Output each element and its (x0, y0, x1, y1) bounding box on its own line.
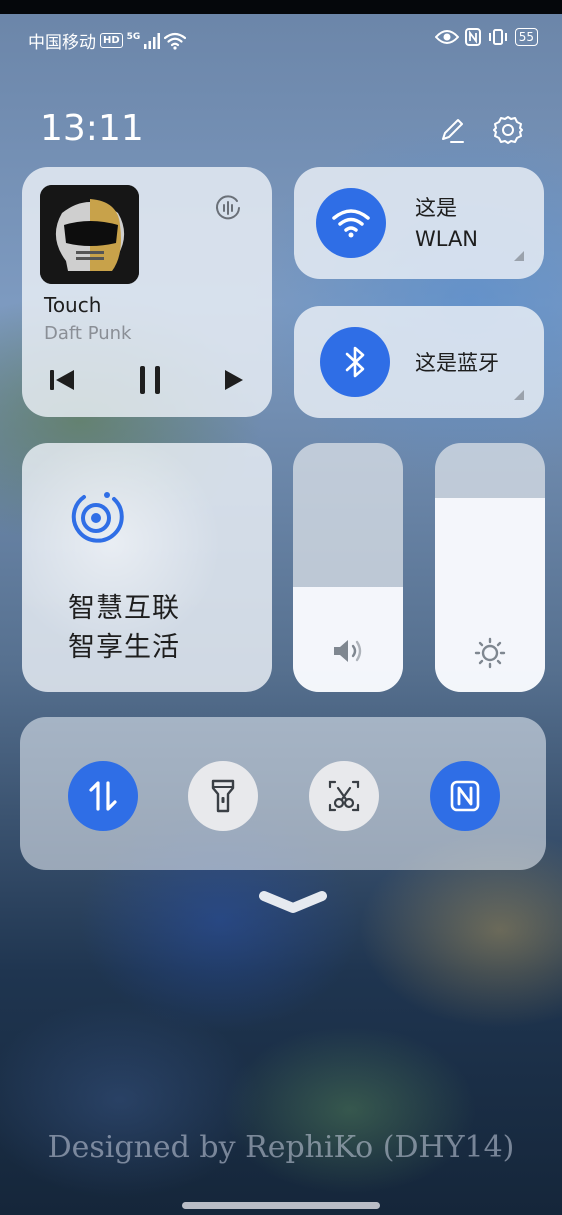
edit-icon[interactable] (434, 112, 470, 148)
volume-icon (293, 637, 403, 665)
bluetooth-icon (345, 346, 365, 378)
data-arrows-icon (89, 781, 117, 811)
clock-time: 13:11 (40, 108, 144, 149)
settings-icon[interactable] (490, 112, 526, 148)
media-player-card[interactable]: Touch Daft Punk (22, 167, 272, 417)
wlan-label-line2: WLAN (415, 227, 479, 251)
bluetooth-tile[interactable]: 这是蓝牙 (294, 306, 544, 418)
flashlight-toggle[interactable] (188, 761, 258, 831)
smart-connect-icon (66, 487, 126, 547)
wlan-tile[interactable]: 这是 WLAN (294, 167, 544, 279)
audio-output-icon[interactable] (212, 192, 244, 224)
vibrate-icon (488, 29, 507, 45)
pause-icon (140, 366, 160, 394)
screenshot-toggle[interactable] (309, 761, 379, 831)
smart-connect-line2: 智享生活 (68, 632, 180, 663)
nfc-status-icon (464, 28, 481, 46)
bluetooth-label: 这是蓝牙 (415, 351, 499, 375)
status-bar: 中国移动 HD 5G 55 (0, 24, 562, 58)
eye-comfort-icon (434, 30, 459, 44)
hd-badge: HD (100, 33, 123, 48)
previous-track-button[interactable] (42, 360, 82, 400)
play-next-button[interactable] (214, 360, 254, 400)
brightness-slider[interactable] (435, 443, 545, 692)
signal-icon (144, 32, 161, 49)
screenshot-scissors-icon (328, 780, 360, 812)
wifi-status-icon (164, 32, 187, 50)
chevron-down-icon (259, 891, 327, 913)
song-artist: Daft Punk (44, 323, 132, 344)
volume-slider[interactable] (293, 443, 403, 692)
play-icon (225, 370, 243, 390)
nfc-toggle[interactable] (430, 761, 500, 831)
wlan-label-line1: 这是 (415, 196, 457, 220)
mobile-data-toggle[interactable] (68, 761, 138, 831)
quick-toggles-panel (20, 717, 546, 870)
nfc-icon (450, 780, 480, 812)
pause-button[interactable] (130, 360, 170, 400)
brightness-icon (435, 637, 545, 669)
flashlight-icon (211, 779, 235, 813)
bluetooth-toggle-button[interactable] (320, 327, 390, 397)
smart-connect-line1: 智慧互联 (68, 593, 180, 624)
previous-icon (50, 370, 74, 390)
smart-connect-card[interactable]: 智慧互联 智享生活 (22, 443, 272, 692)
designer-watermark: Designed by RephiKo (DHY14) (47, 1130, 515, 1165)
network-type: 5G (126, 31, 141, 42)
expand-handle[interactable] (258, 890, 328, 922)
battery-indicator: 55 (514, 28, 538, 46)
bluetooth-expand-corner[interactable] (514, 390, 524, 400)
wifi-icon (332, 209, 370, 238)
wifi-toggle-button[interactable] (316, 188, 386, 258)
song-title: Touch (44, 293, 102, 317)
home-indicator[interactable] (182, 1202, 380, 1209)
top-edge (0, 0, 562, 14)
wlan-expand-corner[interactable] (514, 251, 524, 261)
album-art (40, 185, 139, 284)
carrier-name: 中国移动 (28, 33, 96, 53)
